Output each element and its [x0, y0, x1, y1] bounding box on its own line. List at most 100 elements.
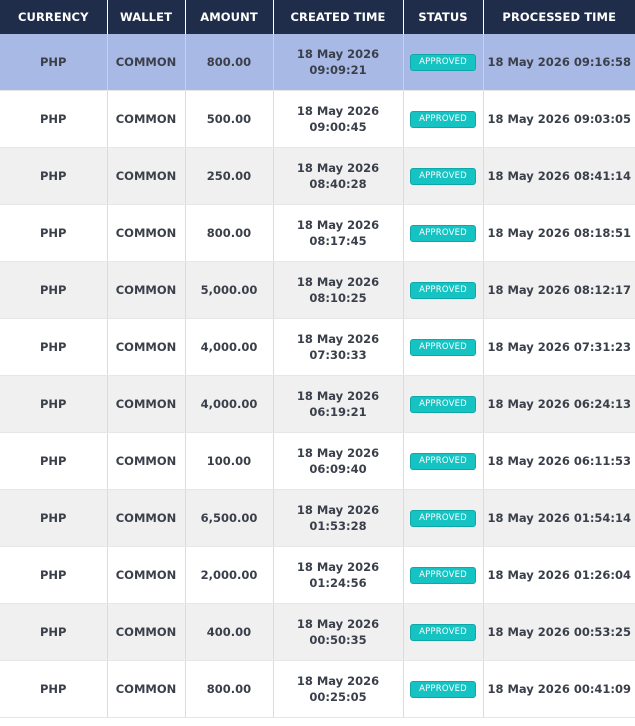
status-badge: APPROVED [410, 453, 476, 470]
wallet-cell: COMMON [107, 660, 186, 718]
status-cell: APPROVED [403, 318, 484, 376]
status-badge: APPROVED [410, 510, 476, 527]
created-time-cell: 18 May 2026 00:25:05 [273, 660, 404, 718]
created-clock: 08:10:25 [309, 291, 367, 305]
table-row[interactable]: PHP COMMON 6,500.00 18 May 2026 01:53:28 APPR… [0, 489, 635, 547]
column-header-processed-time[interactable]: PROCESSED TIME [483, 0, 635, 34]
wallet-cell: COMMON [107, 147, 186, 205]
column-header-status[interactable]: STATUS [403, 0, 484, 34]
table-row[interactable]: PHP COMMON 5,000.00 18 May 2026 08:10:25 APPR… [0, 261, 635, 319]
created-time-cell: 18 May 2026 09:09:21 [273, 34, 404, 91]
status-badge: APPROVED [410, 339, 476, 356]
created-clock: 00:50:35 [309, 633, 367, 647]
amount-cell: 500.00 [185, 90, 274, 148]
wallet-cell: COMMON [107, 375, 186, 433]
created-time-cell: 18 May 2026 09:00:45 [273, 90, 404, 148]
currency-cell: PHP [0, 261, 108, 319]
column-header-wallet[interactable]: WALLET [107, 0, 186, 34]
amount-cell: 800.00 [185, 34, 274, 91]
wallet-cell: COMMON [107, 34, 186, 91]
column-header-amount[interactable]: AMOUNT [185, 0, 274, 34]
created-date: 18 May 2026 [296, 104, 380, 118]
amount-cell: 400.00 [185, 603, 274, 661]
processed-time-cell: 18 May 2026 06:24:13 [483, 375, 635, 433]
processed-time-cell: 18 May 2026 08:41:14 [483, 147, 635, 205]
table-row[interactable]: PHP COMMON 100.00 18 May 2026 06:09:40 APPROV… [0, 432, 635, 490]
status-cell: APPROVED [403, 546, 484, 604]
amount-cell: 800.00 [185, 660, 274, 718]
table-row[interactable]: PHP COMMON 800.00 18 May 2026 09:09:21 APPROV… [0, 34, 635, 91]
table-row[interactable]: PHP COMMON 500.00 18 May 2026 09:00:45 APPROV… [0, 90, 635, 148]
table-row[interactable]: PHP COMMON 4,000.00 18 May 2026 06:19:21 APPR… [0, 375, 635, 433]
amount-cell: 800.00 [185, 204, 274, 262]
amount-cell: 4,000.00 [185, 375, 274, 433]
status-badge: APPROVED [410, 396, 476, 413]
currency-cell: PHP [0, 432, 108, 490]
created-clock: 01:53:28 [309, 519, 367, 533]
created-time-cell: 18 May 2026 06:19:21 [273, 375, 404, 433]
created-date: 18 May 2026 [296, 332, 380, 346]
status-cell: APPROVED [403, 489, 484, 547]
status-cell: APPROVED [403, 34, 484, 91]
table-row[interactable]: PHP COMMON 2,000.00 18 May 2026 01:24:56 APPR… [0, 546, 635, 604]
processed-time-cell: 18 May 2026 00:41:09 [483, 660, 635, 718]
created-date: 18 May 2026 [296, 560, 380, 574]
created-time-cell: 18 May 2026 01:53:28 [273, 489, 404, 547]
created-date: 18 May 2026 [296, 218, 380, 232]
processed-time-cell: 18 May 2026 00:53:25 [483, 603, 635, 661]
wallet-cell: COMMON [107, 546, 186, 604]
created-time-cell: 18 May 2026 01:24:56 [273, 546, 404, 604]
processed-time-cell: 18 May 2026 07:31:23 [483, 318, 635, 376]
table-body: PHP COMMON 800.00 18 May 2026 09:09:21 APPROV… [0, 34, 635, 718]
currency-cell: PHP [0, 489, 108, 547]
processed-time-cell: 18 May 2026 09:16:58 [483, 34, 635, 91]
currency-cell: PHP [0, 90, 108, 148]
created-time-cell: 18 May 2026 08:17:45 [273, 204, 404, 262]
table-row[interactable]: PHP COMMON 4,000.00 18 May 2026 07:30:33 APPR… [0, 318, 635, 376]
amount-cell: 250.00 [185, 147, 274, 205]
currency-cell: PHP [0, 147, 108, 205]
currency-cell: PHP [0, 34, 108, 91]
created-clock: 00:25:05 [309, 690, 367, 704]
wallet-cell: COMMON [107, 90, 186, 148]
status-cell: APPROVED [403, 432, 484, 490]
processed-time-cell: 18 May 2026 08:18:51 [483, 204, 635, 262]
created-clock: 09:00:45 [309, 120, 367, 134]
created-time-cell: 18 May 2026 08:10:25 [273, 261, 404, 319]
column-header-currency[interactable]: CURRENCY [0, 0, 108, 34]
created-clock: 06:09:40 [309, 462, 367, 476]
created-date: 18 May 2026 [296, 674, 380, 688]
amount-cell: 5,000.00 [185, 261, 274, 319]
created-clock: 09:09:21 [309, 63, 367, 77]
created-date: 18 May 2026 [296, 503, 380, 517]
table-row[interactable]: PHP COMMON 800.00 18 May 2026 08:17:45 APPROV… [0, 204, 635, 262]
status-badge: APPROVED [410, 282, 476, 299]
amount-cell: 2,000.00 [185, 546, 274, 604]
wallet-cell: COMMON [107, 489, 186, 547]
table-row[interactable]: PHP COMMON 250.00 18 May 2026 08:40:28 APPROV… [0, 147, 635, 205]
status-cell: APPROVED [403, 375, 484, 433]
created-time-cell: 18 May 2026 08:40:28 [273, 147, 404, 205]
status-cell: APPROVED [403, 90, 484, 148]
currency-cell: PHP [0, 660, 108, 718]
currency-cell: PHP [0, 375, 108, 433]
status-cell: APPROVED [403, 603, 484, 661]
created-date: 18 May 2026 [296, 617, 380, 631]
column-header-created-time[interactable]: CREATED TIME [273, 0, 404, 34]
created-time-cell: 18 May 2026 06:09:40 [273, 432, 404, 490]
created-date: 18 May 2026 [296, 275, 380, 289]
status-badge: APPROVED [410, 681, 476, 698]
created-clock: 01:24:56 [309, 576, 367, 590]
created-time-cell: 18 May 2026 07:30:33 [273, 318, 404, 376]
created-clock: 06:19:21 [309, 405, 367, 419]
created-date: 18 May 2026 [296, 446, 380, 460]
wallet-cell: COMMON [107, 318, 186, 376]
created-clock: 08:40:28 [309, 177, 367, 191]
amount-cell: 4,000.00 [185, 318, 274, 376]
currency-cell: PHP [0, 204, 108, 262]
currency-cell: PHP [0, 546, 108, 604]
table-row[interactable]: PHP COMMON 400.00 18 May 2026 00:50:35 APPROV… [0, 603, 635, 661]
table-row[interactable]: PHP COMMON 800.00 18 May 2026 00:25:05 APPROV… [0, 660, 635, 718]
created-clock: 08:17:45 [309, 234, 367, 248]
transactions-table: CURRENCY WALLET AMOUNT CREATED TIME STAT… [0, 0, 635, 718]
